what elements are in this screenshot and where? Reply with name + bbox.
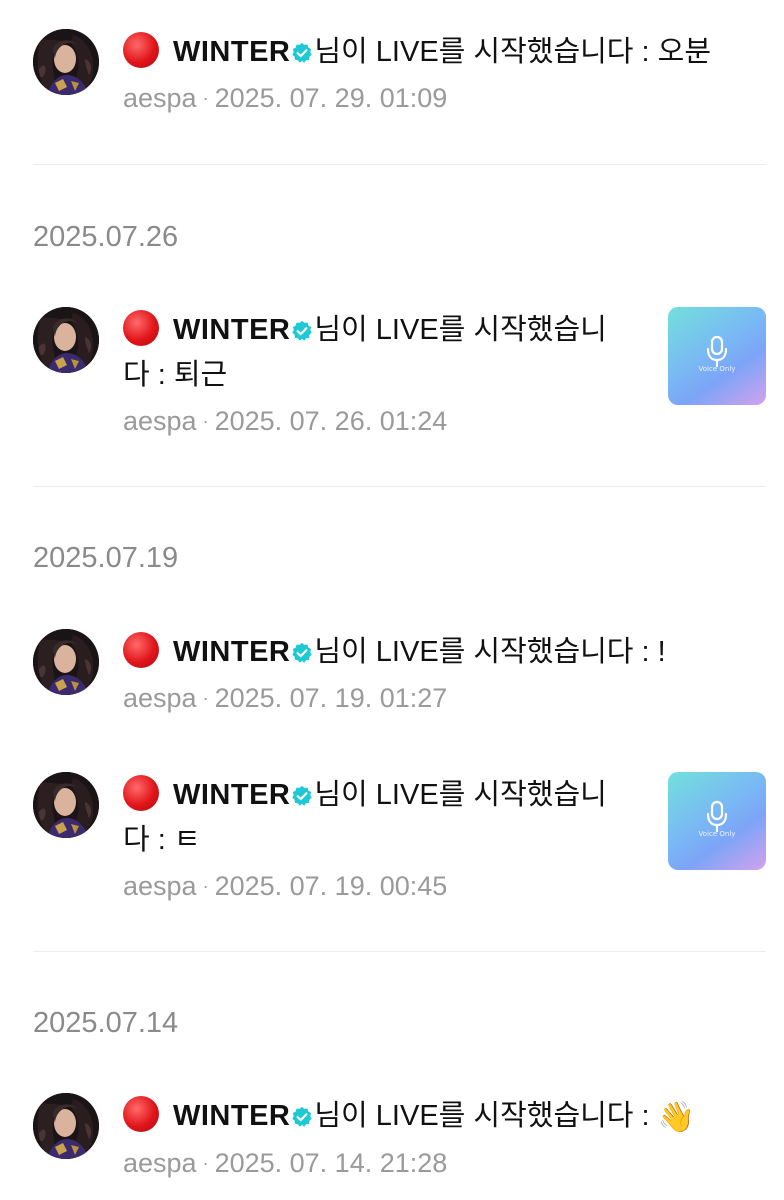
red-circle-icon [123, 32, 159, 68]
notification-title: WINTER 님이 LIVE를 시작했습니다 : ! [123, 630, 743, 675]
notification-meta: aespa · 2025. 07. 29. 01:09 [123, 80, 743, 116]
notification-message: 님이 LIVE를 시작했습니다 : ! [314, 636, 666, 668]
notification-message: 님이 LIVE를 시작했습니 [314, 779, 607, 811]
avatar[interactable] [33, 772, 99, 838]
source-name: aespa [123, 1148, 197, 1178]
notification-meta: aespa · 2025. 07. 26. 01:24 [123, 403, 623, 439]
notification-meta: aespa · 2025. 07. 14. 21:28 [123, 1145, 743, 1181]
divider [33, 486, 766, 487]
separator: · [202, 876, 209, 896]
avatar[interactable] [33, 29, 99, 95]
divider [33, 164, 766, 165]
avatar[interactable] [33, 1093, 99, 1159]
voice-only-thumbnail[interactable]: Voice Only [668, 772, 766, 870]
notification-meta: aespa · 2025. 07. 19. 01:27 [123, 680, 743, 716]
artist-name: WINTER [173, 1100, 291, 1132]
source-name: aespa [123, 406, 197, 436]
waving-hand-emoji: 👋 [657, 1101, 696, 1134]
timestamp: 2025. 07. 19. 01:27 [214, 683, 448, 713]
notification-message: 님이 LIVE를 시작했습니 [314, 314, 607, 346]
artist-name: WINTER [173, 779, 291, 811]
verified-badge-icon [291, 642, 313, 664]
notification-message: 님이 LIVE를 시작했습니다 : 오분 [314, 36, 712, 68]
source-name: aespa [123, 683, 197, 713]
verified-badge-icon [291, 320, 313, 342]
notification-title: WINTER 님이 LIVE를 시작했습니다 : ㅌ [123, 773, 623, 863]
source-name: aespa [123, 83, 197, 113]
avatar[interactable] [33, 629, 99, 695]
divider [33, 951, 766, 952]
red-circle-icon [123, 1096, 159, 1132]
timestamp: 2025. 07. 19. 00:45 [214, 871, 448, 901]
microphone-icon [705, 800, 729, 834]
notification-meta: aespa · 2025. 07. 19. 00:45 [123, 868, 623, 904]
separator: · [202, 1153, 209, 1173]
timestamp: 2025. 07. 29. 01:09 [214, 83, 448, 113]
notification-message: 님이 LIVE를 시작했습니다 : [314, 1100, 650, 1132]
red-circle-icon [123, 775, 159, 811]
source-name: aespa [123, 871, 197, 901]
artist-name: WINTER [173, 636, 291, 668]
notification-message-cont: 다 : ㅌ [123, 824, 201, 856]
timestamp: 2025. 07. 14. 21:28 [214, 1148, 448, 1178]
verified-badge-icon [291, 42, 313, 64]
thumbnail-label: Voice Only [698, 830, 736, 838]
date-header: 2025.07.26 [33, 221, 179, 253]
avatar[interactable] [33, 307, 99, 373]
notification-title: WINTER 님이 LIVE를 시작했습니다 : 오분 [123, 30, 743, 75]
notification-message-cont: 다 : 퇴근 [123, 359, 228, 391]
notification-title: WINTER 님이 LIVE를 시작했습니다 : 퇴근 [123, 308, 623, 398]
artist-name: WINTER [173, 314, 291, 346]
date-header: 2025.07.14 [33, 1007, 179, 1039]
notification-title: WINTER 님이 LIVE를 시작했습니다 : 👋 [123, 1094, 743, 1140]
separator: · [202, 88, 209, 108]
red-circle-icon [123, 310, 159, 346]
microphone-icon [705, 335, 729, 369]
red-circle-icon [123, 632, 159, 668]
thumbnail-label: Voice Only [698, 365, 736, 373]
verified-badge-icon [291, 785, 313, 807]
voice-only-thumbnail[interactable]: Voice Only [668, 307, 766, 405]
date-header: 2025.07.19 [33, 542, 179, 574]
timestamp: 2025. 07. 26. 01:24 [214, 406, 448, 436]
artist-name: WINTER [173, 36, 291, 68]
separator: · [202, 688, 209, 708]
separator: · [202, 411, 209, 431]
verified-badge-icon [291, 1106, 313, 1128]
